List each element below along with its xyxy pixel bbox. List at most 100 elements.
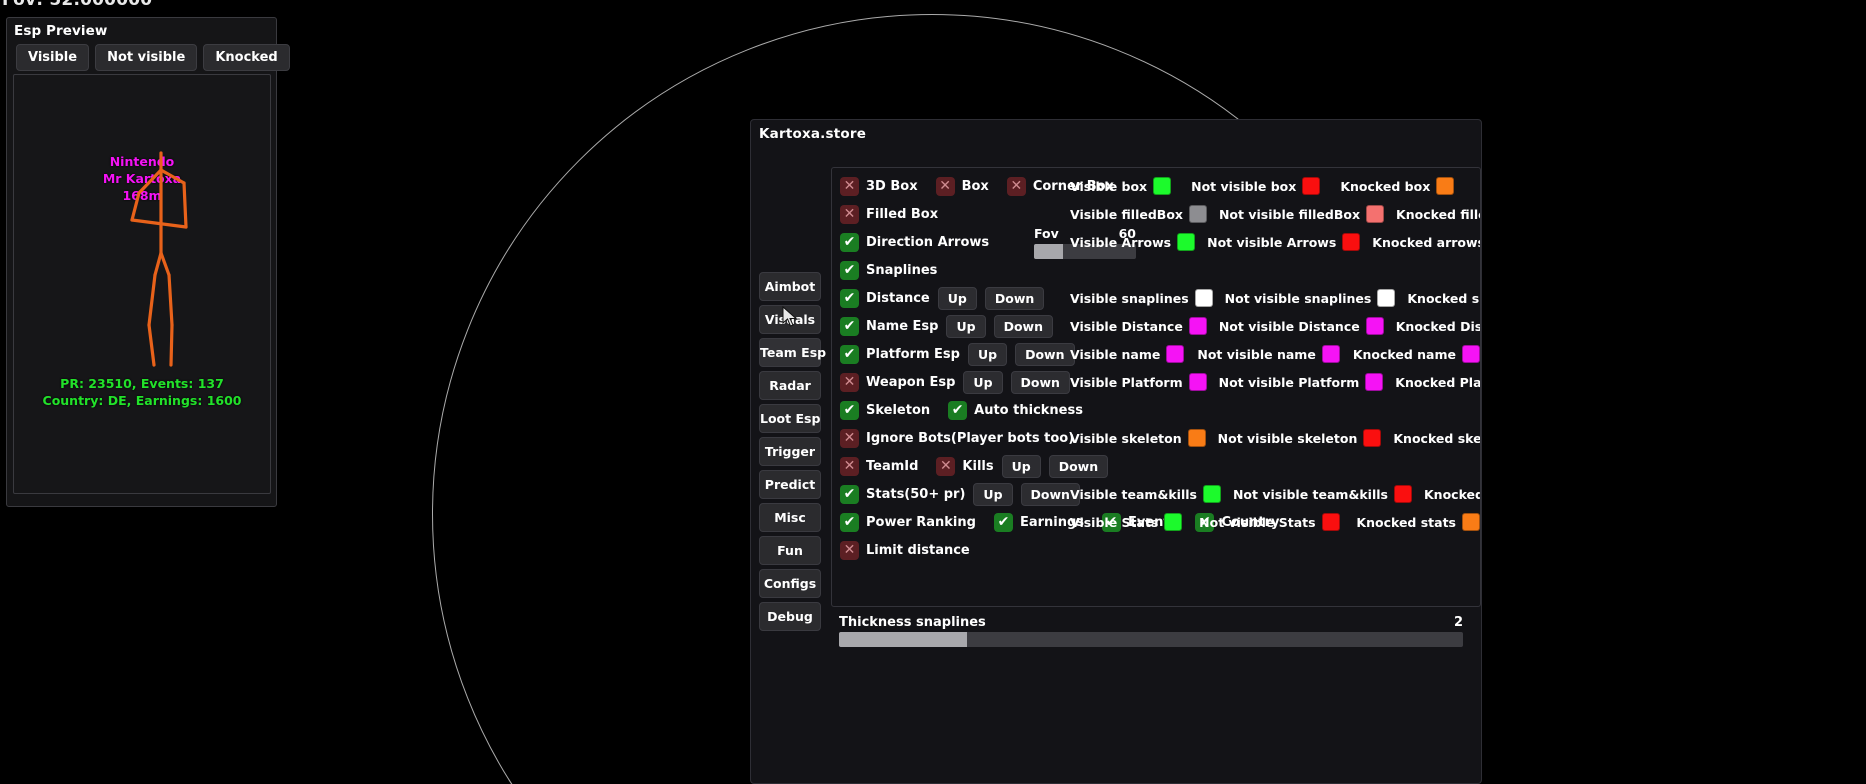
color-swatch[interactable] bbox=[1363, 429, 1382, 447]
stepper-down-button[interactable]: Down bbox=[1010, 370, 1070, 394]
stepper-up-button[interactable]: Up bbox=[946, 314, 986, 338]
color-swatch[interactable] bbox=[1177, 233, 1196, 251]
sidebar-tab-fun[interactable]: Fun bbox=[759, 536, 821, 565]
checkbox-skeleton[interactable]: ✔ bbox=[840, 400, 859, 420]
checkbox-snaplines[interactable]: ✔ bbox=[840, 260, 859, 280]
esp-state-knocked-button[interactable]: Knocked bbox=[203, 44, 290, 71]
checkbox-box[interactable]: ✕ bbox=[935, 176, 955, 196]
menu-title: Kartoxa.store bbox=[759, 126, 867, 142]
color-swatch[interactable] bbox=[1365, 317, 1384, 335]
checkbox-power-ranking[interactable]: ✔ bbox=[840, 512, 859, 532]
color-label: Knocked snaplines bbox=[1407, 290, 1480, 306]
stepper-up-button[interactable]: Up bbox=[973, 482, 1013, 506]
sidebar-tab-predict[interactable]: Predict bbox=[759, 470, 821, 499]
color-row: Visible team&kills Not visible team&kills… bbox=[1070, 480, 1480, 508]
checkbox-filled-box[interactable]: ✕ bbox=[840, 204, 859, 224]
color-label: Not visible filledBox bbox=[1218, 206, 1361, 222]
checkbox-label: Box bbox=[961, 178, 989, 194]
color-swatch[interactable] bbox=[1365, 373, 1384, 391]
color-label: Knocked Distance bbox=[1395, 318, 1480, 334]
color-swatch[interactable] bbox=[1436, 177, 1455, 195]
menu-body: Aimbot Visuals Team Esp Radar Loot Esp Trigge… bbox=[751, 142, 1481, 762]
color-row bbox=[1070, 396, 1480, 424]
esp-state-visible-button[interactable]: Visible bbox=[16, 44, 90, 71]
esp-preview-title: Esp Preview bbox=[14, 23, 108, 39]
checkbox-earnings[interactable]: ✔ bbox=[993, 512, 1013, 532]
sidebar-tab-radar[interactable]: Radar bbox=[759, 371, 821, 400]
sidebar-tab-aimbot[interactable]: Aimbot bbox=[759, 272, 821, 301]
sidebar-tab-debug[interactable]: Debug bbox=[759, 602, 821, 631]
checkbox-corner-box[interactable]: ✕ bbox=[1006, 176, 1026, 196]
color-row bbox=[1070, 452, 1480, 480]
checkbox-label: Distance bbox=[866, 290, 930, 306]
color-swatch[interactable] bbox=[1166, 345, 1185, 363]
checkbox-limit-distance[interactable]: ✕ bbox=[840, 540, 859, 560]
checkbox-label: Filled Box bbox=[866, 206, 939, 222]
esp-state-not-visible-button[interactable]: Not visible bbox=[95, 44, 198, 71]
thickness-slider-track[interactable] bbox=[839, 632, 1463, 647]
color-swatch[interactable] bbox=[1202, 485, 1221, 503]
color-swatch[interactable] bbox=[1302, 177, 1321, 195]
color-label: Knocked filledbox bbox=[1396, 206, 1480, 222]
checkbox-label: Kills bbox=[962, 458, 994, 474]
color-swatch[interactable] bbox=[1377, 289, 1396, 307]
checkbox-label: Stats(50+ pr) bbox=[866, 486, 966, 502]
stepper-up-button[interactable]: Up bbox=[967, 342, 1008, 366]
color-label: Visible Stats bbox=[1070, 514, 1159, 530]
settings-row: ✕ Limit distance bbox=[832, 536, 1480, 564]
sidebar-tab-visuals[interactable]: Visuals bbox=[759, 305, 821, 334]
color-label: Visible box bbox=[1070, 178, 1148, 194]
color-swatch[interactable] bbox=[1342, 233, 1361, 251]
esp-preview-state-buttons: Visible Not visible Knocked bbox=[7, 41, 290, 71]
color-swatch[interactable] bbox=[1188, 317, 1207, 335]
checkbox-weapon-esp[interactable]: ✕ bbox=[840, 372, 859, 392]
color-swatch[interactable] bbox=[1321, 513, 1340, 531]
color-swatch[interactable] bbox=[1188, 373, 1207, 391]
checkbox-label: Skeleton bbox=[866, 402, 931, 418]
stepper-down-button[interactable]: Down bbox=[993, 314, 1053, 338]
color-label: Not visible name bbox=[1197, 346, 1316, 362]
color-label: Knocked arrows bbox=[1372, 234, 1481, 250]
color-label: Visible name bbox=[1070, 346, 1161, 362]
cheat-menu-window: Kartoxa.store Aimbot Visuals Team Esp Radar… bbox=[750, 119, 1482, 784]
color-swatch[interactable] bbox=[1194, 289, 1213, 307]
stepper-up-button[interactable]: Up bbox=[1001, 454, 1041, 478]
checkbox-stats-50-pr[interactable]: ✔ bbox=[840, 484, 859, 504]
checkbox-kills[interactable]: ✕ bbox=[936, 456, 956, 476]
color-swatch[interactable] bbox=[1164, 513, 1183, 531]
stepper-up-button[interactable]: Up bbox=[937, 286, 977, 310]
sidebar-tab-loot-esp[interactable]: Loot Esp bbox=[759, 404, 821, 433]
color-row: Visible snaplines Not visible snaplines Kn… bbox=[1070, 284, 1480, 312]
color-label: Knocked name bbox=[1352, 346, 1456, 362]
sidebar-tab-configs[interactable]: Configs bbox=[759, 569, 821, 598]
checkbox-direction-arrows[interactable]: ✔ bbox=[840, 232, 859, 252]
color-swatch[interactable] bbox=[1188, 205, 1207, 223]
color-swatch[interactable] bbox=[1153, 177, 1172, 195]
esp-stats-text: PR: 23510, Events: 137 Country: DE, Earn… bbox=[14, 375, 270, 409]
sidebar-tab-misc[interactable]: Misc bbox=[759, 503, 821, 532]
checkbox-platform-esp[interactable]: ✔ bbox=[840, 344, 859, 364]
color-swatch[interactable] bbox=[1321, 345, 1340, 363]
checkbox-ignore-bots-player-bots-too[interactable]: ✕ bbox=[840, 428, 859, 448]
checkbox-label: 3D Box bbox=[866, 178, 918, 194]
sidebar-tab-team-esp[interactable]: Team Esp bbox=[759, 338, 826, 367]
color-row: Visible skeleton Not visible skeleton Knoc… bbox=[1070, 424, 1480, 452]
color-swatch[interactable] bbox=[1187, 429, 1206, 447]
checkbox-distance[interactable]: ✔ bbox=[840, 288, 859, 308]
color-swatch[interactable] bbox=[1393, 485, 1412, 503]
checkbox-3d-box[interactable]: ✕ bbox=[840, 176, 859, 196]
thickness-slider-value: 2 bbox=[1453, 615, 1463, 630]
color-swatch[interactable] bbox=[1462, 345, 1480, 363]
checkbox-teamid[interactable]: ✕ bbox=[840, 456, 859, 476]
color-swatch[interactable] bbox=[1366, 205, 1385, 223]
checkbox-label: TeamId bbox=[866, 458, 919, 474]
stepper-down-button[interactable]: Down bbox=[1015, 342, 1075, 366]
stepper-up-button[interactable]: Up bbox=[963, 370, 1003, 394]
color-swatch[interactable] bbox=[1462, 513, 1480, 531]
checkbox-label: Limit distance bbox=[866, 542, 970, 558]
fov-readout-text: Fov: 52.000000 bbox=[2, 0, 153, 10]
checkbox-auto-thickness[interactable]: ✔ bbox=[948, 400, 968, 420]
checkbox-name-esp[interactable]: ✔ bbox=[840, 316, 859, 336]
sidebar-tab-trigger[interactable]: Trigger bbox=[759, 437, 821, 466]
stepper-down-button[interactable]: Down bbox=[984, 286, 1045, 310]
